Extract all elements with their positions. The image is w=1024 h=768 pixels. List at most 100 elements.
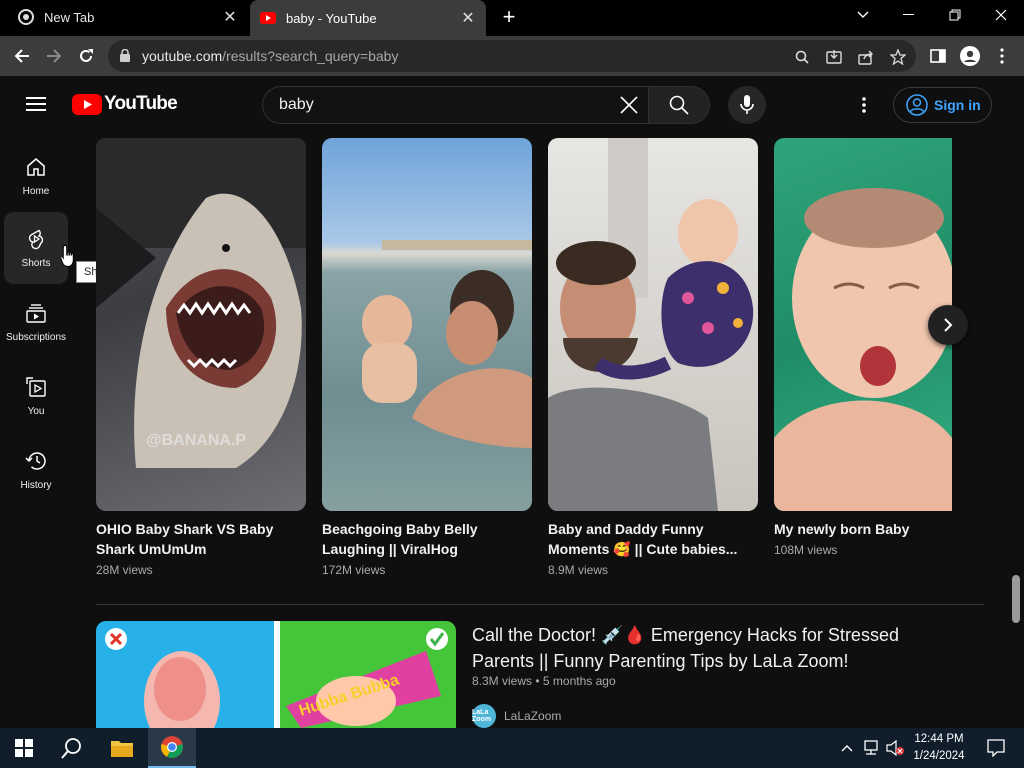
- short-title[interactable]: OHIO Baby Shark VS Baby Shark UmUmUm: [96, 519, 306, 559]
- restore-button[interactable]: [932, 0, 978, 30]
- youtube-logo-icon: [72, 93, 102, 115]
- guide-label: Subscriptions: [5, 332, 67, 343]
- close-window-button[interactable]: [978, 0, 1024, 30]
- title-line: Shark UmUmUm: [96, 541, 207, 557]
- microphone-icon: [740, 95, 754, 114]
- taskbar-search-button[interactable]: [48, 728, 96, 768]
- back-arrow-icon: [14, 49, 29, 63]
- search-button[interactable]: [648, 86, 710, 124]
- windows-logo-icon: [15, 739, 33, 757]
- sign-in-button[interactable]: Sign in: [893, 87, 992, 123]
- channel-link[interactable]: LaLa Zoom LaLaZoom: [472, 704, 561, 728]
- share-icon[interactable]: [857, 48, 875, 66]
- beach-image: [362, 240, 532, 448]
- guide-label: You: [27, 406, 45, 417]
- account-circle-icon: [906, 94, 928, 116]
- short-views: 108M views: [774, 543, 838, 557]
- shark-image: [96, 138, 306, 468]
- hamburger-menu-button[interactable]: [26, 96, 46, 117]
- url-path: /results?search_query=baby: [222, 48, 399, 64]
- title-line: Beachgoing Baby Belly: [322, 521, 478, 537]
- notifications-button[interactable]: [972, 728, 1020, 768]
- guide-item-you[interactable]: You: [4, 360, 68, 432]
- install-app-icon[interactable]: [825, 48, 843, 66]
- page-scrollbar-thumb[interactable]: [1012, 575, 1020, 623]
- title-line: Laughing || ViralHog: [322, 541, 458, 557]
- guide-item-history[interactable]: History: [4, 434, 68, 506]
- short-title[interactable]: My newly born Baby: [774, 519, 952, 539]
- video-thumbnail[interactable]: Hubba Bubba: [96, 621, 456, 728]
- reload-button[interactable]: [74, 44, 98, 68]
- sign-in-label: Sign in: [934, 97, 981, 113]
- side-panel-button[interactable]: [926, 44, 950, 68]
- close-tab-icon[interactable]: ✕: [222, 9, 238, 26]
- system-clock[interactable]: 12:44 PM 1/24/2024: [908, 731, 970, 765]
- show-hidden-icons-button[interactable]: [834, 728, 860, 768]
- shorts-icon: [28, 229, 44, 250]
- minimize-button[interactable]: [886, 0, 932, 30]
- short-thumbnail[interactable]: [774, 138, 952, 511]
- network-button[interactable]: [858, 728, 884, 768]
- chrome-taskbar-button[interactable]: [148, 728, 196, 768]
- side-panel-icon: [930, 49, 946, 63]
- tab-title: New Tab: [44, 9, 95, 25]
- short-title[interactable]: Baby and Daddy Funny Moments 🥰 || Cute b…: [548, 519, 758, 559]
- profile-button[interactable]: [958, 44, 982, 68]
- short-card[interactable]: My newly born Baby 108M views: [774, 138, 952, 557]
- title-line: Moments 🥰 || Cute babies...: [548, 541, 738, 557]
- home-icon: [27, 158, 45, 176]
- search-input[interactable]: baby: [262, 86, 648, 124]
- short-card[interactable]: @BANANA.P OHIO Baby Shark VS Baby Shark …: [96, 138, 306, 577]
- volume-button[interactable]: [882, 728, 908, 768]
- history-icon: [25, 452, 46, 470]
- kebab-menu-icon: [1000, 48, 1004, 64]
- reload-icon: [80, 49, 93, 62]
- back-button[interactable]: [10, 44, 34, 68]
- subscriptions-icon: [26, 304, 46, 323]
- short-thumbnail[interactable]: @BANANA.P: [96, 138, 306, 511]
- channel-avatar[interactable]: LaLa Zoom: [472, 704, 496, 728]
- profile-icon: [960, 46, 980, 66]
- video-age: 5 months ago: [542, 674, 616, 688]
- tab-youtube[interactable]: baby - YouTube ✕: [250, 0, 486, 36]
- lock-icon[interactable]: [120, 48, 130, 67]
- chrome-menu-button[interactable]: [990, 44, 1014, 68]
- guide-item-home[interactable]: Home: [4, 140, 68, 212]
- video-views: 8.3M views: [472, 674, 533, 688]
- clock-date: 1/24/2024: [913, 750, 965, 762]
- short-thumbnail[interactable]: [548, 138, 758, 511]
- voice-search-button[interactable]: [728, 86, 766, 124]
- close-tab-icon[interactable]: ✕: [460, 10, 476, 27]
- guide-item-subscriptions[interactable]: Subscriptions: [4, 286, 68, 358]
- search-icon: [61, 738, 81, 759]
- short-views: 8.9M views: [548, 563, 609, 577]
- settings-menu-button[interactable]: [862, 97, 866, 118]
- youtube-logo[interactable]: YouTube: [72, 93, 178, 115]
- folder-icon: [111, 741, 133, 757]
- hamburger-icon: [26, 97, 46, 111]
- tab-search-button[interactable]: [840, 0, 886, 30]
- forward-arrow-icon: [47, 49, 62, 63]
- section-divider: [96, 604, 984, 605]
- short-thumbnail[interactable]: [322, 138, 532, 511]
- shelf-next-button[interactable]: [928, 305, 968, 345]
- short-card[interactable]: Baby and Daddy Funny Moments 🥰 || Cute b…: [548, 138, 758, 577]
- bookmark-star-icon[interactable]: [889, 48, 907, 66]
- short-card[interactable]: Beachgoing Baby Belly Laughing || ViralH…: [322, 138, 532, 577]
- watermark-text: @BANANA.P: [146, 432, 247, 449]
- chrome-icon: [18, 9, 34, 25]
- you-icon: [26, 377, 46, 397]
- new-tab-button[interactable]: +: [498, 6, 520, 28]
- address-bar[interactable]: youtube.com/results?search_query=baby: [108, 40, 916, 72]
- search-icon[interactable]: [793, 48, 811, 66]
- forward-button[interactable]: [42, 44, 66, 68]
- guide-item-shorts[interactable]: Shorts: [4, 212, 68, 284]
- dad-baby-image: [548, 138, 754, 511]
- start-button[interactable]: [0, 728, 48, 768]
- clear-search-icon[interactable]: [620, 96, 638, 119]
- tab-new-tab[interactable]: New Tab ✕: [8, 0, 248, 34]
- video-title[interactable]: Call the Doctor! 💉🩸 Emergency Hacks for …: [472, 622, 942, 674]
- file-explorer-button[interactable]: [98, 728, 146, 768]
- channel-name[interactable]: LaLaZoom: [504, 709, 561, 723]
- short-title[interactable]: Beachgoing Baby Belly Laughing || ViralH…: [322, 519, 532, 559]
